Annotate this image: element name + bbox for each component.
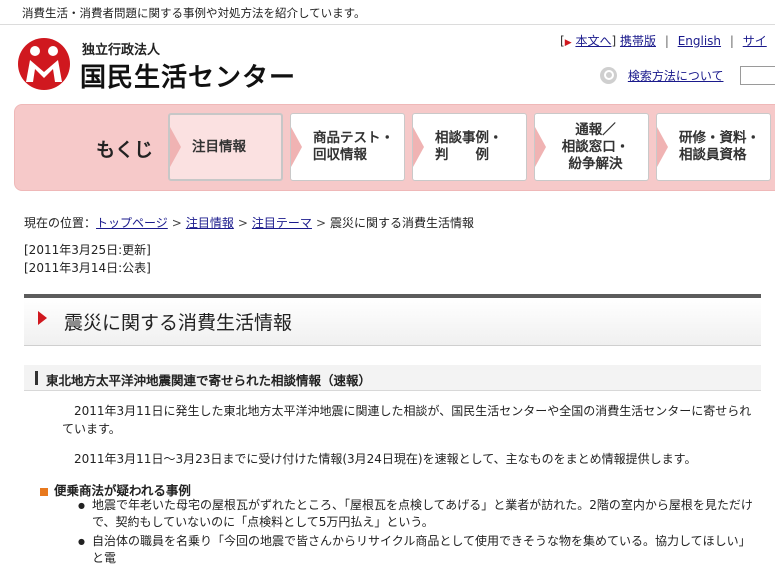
search-icon [600,67,617,84]
utility-links: [▶ 本文へ] 携帯版 | English | サイ [560,32,767,49]
search-input[interactable] [740,66,775,85]
separator: | [664,34,669,48]
english-link[interactable]: English [678,34,721,48]
orange-square-icon [40,487,48,496]
site-tagline-bar: 消費生活・消費者問題に関する事例や対処方法を紹介しています。 [0,0,775,25]
case-list: 地震で年老いた母宅の屋根瓦がずれたところ、「屋根瓦を点検してあげる」と業者が訪れ… [70,497,760,569]
search-row: 検索方法について [600,67,723,84]
skip-to-content-link[interactable]: 本文へ [575,34,611,48]
subsection-title: 便乗商法が疑われる事例 [54,483,191,498]
tab-arrow-icon [170,115,182,179]
breadcrumb-featured-link[interactable]: 注目情報 [186,216,234,230]
breadcrumb-separator: > [237,216,248,230]
breadcrumb-prefix: 現在の位置： [24,216,97,230]
site-link[interactable]: サイ [743,34,767,48]
breadcrumb-separator: > [171,216,182,230]
heading-bar-icon [35,371,38,385]
separator: | [729,34,734,48]
bracket-close: ] [611,34,617,48]
tab-arrow-icon [657,114,669,180]
tab-arrow-icon [413,114,425,180]
red-triangle-icon [38,311,47,325]
section-paragraph: 2011年3月11日～3月23日までに受け付けた情報(3月24日現在)を速報とし… [62,450,758,468]
site-tagline: 消費生活・消費者問題に関する事例や対処方法を紹介しています。 [22,6,366,20]
search-help-link[interactable]: 検索方法について [628,69,724,83]
page-title-bar: 震災に関する消費生活情報 [24,294,761,346]
nav-tab-featured[interactable]: 注目情報 [168,113,283,181]
paragraph-text: 2011年3月11日～3月23日までに受け付けた情報(3月24日現在)を速報とし… [74,452,697,466]
list-item: 地震で年老いた母宅の屋根瓦がずれたところ、「屋根瓦を点検してあげる」と業者が訪れ… [70,497,760,531]
published-date: [2011年3月14日:公表] [24,261,151,275]
breadcrumb-top-link[interactable]: トップページ [96,216,168,230]
nav-tab-training-materials[interactable]: 研修・資料・ 相談員資格 [656,113,771,181]
breadcrumb-current: 震災に関する消費生活情報 [330,216,475,230]
nav-tab-label: 商品テスト・ 回収情報 [313,130,394,163]
nav-tab-reports-disputes[interactable]: 通報／ 相談窓口・ 紛争解決 [534,113,649,181]
nav-tab-product-tests[interactable]: 商品テスト・ 回収情報 [290,113,405,181]
mobile-version-link[interactable]: 携帯版 [620,34,656,48]
red-triangle-icon: ▶ [564,38,572,48]
ncac-logo-icon[interactable] [14,36,74,92]
section-paragraph: 2011年3月11日に発生した東北地方太平洋沖地震に関連した相談が、国民生活セン… [62,402,758,438]
tab-arrow-icon [535,114,547,180]
nav-tab-label: 相談事例・ 判 例 [435,130,503,163]
breadcrumb-theme-link[interactable]: 注目テーマ [252,216,312,230]
nav-tab-label: 通報／ 相談窓口・ 紛争解決 [561,121,630,172]
list-item: 自治体の職員を名乗り「今回の地震で皆さんからリサイクル商品として使用できそうな物… [70,533,760,567]
section-heading-bar: 東北地方太平洋沖地震関連で寄せられた相談情報（速報） [24,365,761,391]
nav-tab-label: 研修・資料・ 相談員資格 [679,130,760,163]
org-subtitle: 独立行政法人 [82,43,161,58]
updated-date: [2011年3月25日:更新] [24,243,151,257]
nav-tab-consultation-cases[interactable]: 相談事例・ 判 例 [412,113,527,181]
section-heading: 東北地方太平洋沖地震関連で寄せられた相談情報（速報） [46,373,372,388]
paragraph-text: 2011年3月11日に発生した東北地方太平洋沖地震に関連した相談が、国民生活セン… [62,404,752,436]
nav-mokuji-label: もくじ [96,139,154,161]
org-name: 国民生活センター [80,63,297,93]
page-title: 震災に関する消費生活情報 [64,312,293,334]
nav-tab-label: 注目情報 [192,138,246,155]
tab-arrow-icon [291,114,303,180]
breadcrumb-separator: > [315,216,326,230]
breadcrumb: 現在の位置：トップページ > 注目情報 > 注目テーマ > 震災に関する消費生活情報 [24,214,474,231]
